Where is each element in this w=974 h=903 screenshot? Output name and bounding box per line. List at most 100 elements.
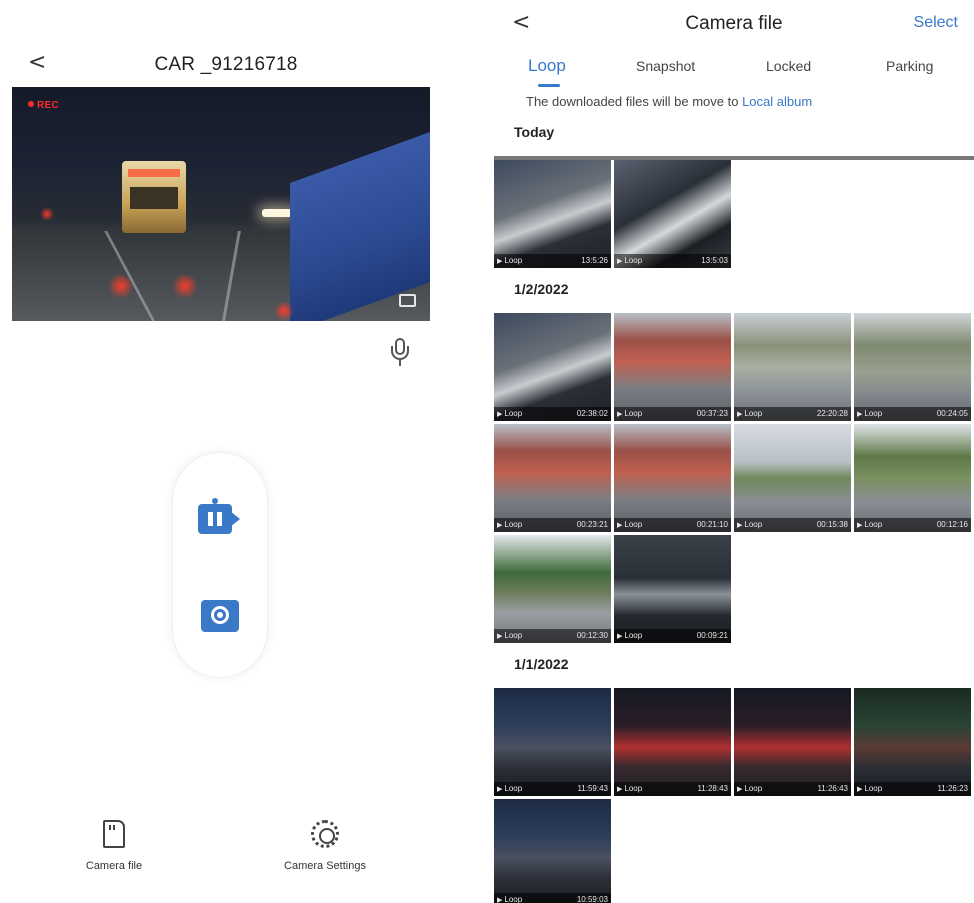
- file-time: 11:59:43: [577, 784, 608, 793]
- file-time: 00:23:21: [576, 520, 608, 529]
- thumbnail-meta: ▶ Loop 10:59:03: [494, 893, 611, 903]
- thumbnail-row: ▶ Loop 00:23:21 ▶ Loop 00:21:10 ▶ Loop 00:15:38 ▶…: [494, 424, 971, 532]
- camera-file-button[interactable]: Camera file: [54, 820, 174, 872]
- file-time: 00:09:21: [696, 631, 728, 640]
- bus-shape: [122, 161, 186, 233]
- traffic-light: [40, 207, 54, 221]
- thumbnail-image: [494, 313, 611, 421]
- file-time: 11:28:43: [697, 784, 728, 793]
- file-time: 00:12:16: [936, 520, 968, 529]
- file-type-label: Loop: [624, 784, 643, 793]
- sd-card-icon: [103, 820, 125, 848]
- video-thumbnail[interactable]: ▶ Loop 11:28:43: [614, 688, 731, 796]
- thumbnail-image: [494, 688, 611, 796]
- video-thumbnail[interactable]: ▶ Loop 11:59:43: [494, 688, 611, 796]
- play-icon: ▶: [737, 786, 743, 793]
- video-thumbnail[interactable]: ▶ Loop 00:23:21: [494, 424, 611, 532]
- video-thumbnail[interactable]: ▶ Loop 00:15:38: [734, 424, 851, 532]
- file-type-label: Loop: [624, 520, 643, 529]
- live-preview[interactable]: REC: [12, 87, 430, 321]
- active-tab-underline: [538, 84, 560, 87]
- video-thumbnail[interactable]: ▶ Loop 10:59:03: [494, 799, 611, 903]
- video-thumbnail[interactable]: ▶ Loop 13:5:03: [614, 160, 731, 268]
- section-date: 1/1/2022: [514, 656, 569, 672]
- play-icon: ▶: [857, 786, 863, 793]
- snapshot-icon[interactable]: [399, 294, 416, 307]
- camera-file-screen: < Camera file Select Loop Snapshot Locke…: [494, 0, 974, 903]
- thumbnail-meta: ▶ Loop 22:20:28: [734, 407, 851, 421]
- thumbnail-meta: ▶ Loop 11:28:43: [614, 782, 731, 796]
- play-icon: ▶: [617, 522, 623, 529]
- local-album-link[interactable]: Local album: [742, 94, 812, 109]
- thumbnail-image: [494, 160, 611, 268]
- play-icon: ▶: [857, 522, 863, 529]
- file-time: 00:37:23: [696, 409, 728, 418]
- thumbnail-image: [854, 313, 971, 421]
- play-icon: ▶: [497, 258, 503, 265]
- file-time: 00:21:10: [696, 520, 728, 529]
- thumbnail-row: ▶ Loop 00:12:30 ▶ Loop 00:09:21: [494, 535, 731, 643]
- video-thumbnail[interactable]: ▶ Loop 13:5:26: [494, 160, 611, 268]
- capture-photo-icon[interactable]: [199, 596, 241, 636]
- file-type-label: Loop: [504, 895, 523, 903]
- file-type-label: Loop: [864, 520, 883, 529]
- video-thumbnail[interactable]: ▶ Loop 00:12:16: [854, 424, 971, 532]
- record-controls-panel: [172, 452, 268, 678]
- video-thumbnail[interactable]: ▶ Loop 02:38:02: [494, 313, 611, 421]
- tab-loop[interactable]: Loop: [528, 56, 566, 76]
- camera-settings-label: Camera Settings: [284, 860, 366, 872]
- thumbnail-meta: ▶ Loop 00:15:38: [734, 518, 851, 532]
- file-type-label: Loop: [624, 256, 643, 265]
- pause-record-icon[interactable]: [196, 496, 244, 540]
- file-time: 22:20:28: [816, 409, 848, 418]
- thumbnail-row: ▶ Loop 11:59:43 ▶ Loop 11:28:43 ▶ Loop 11:26:43 ▶…: [494, 688, 971, 796]
- video-thumbnail[interactable]: ▶ Loop 00:24:05: [854, 313, 971, 421]
- video-thumbnail[interactable]: ▶ Loop 00:37:23: [614, 313, 731, 421]
- video-thumbnail[interactable]: ▶ Loop 11:26:43: [734, 688, 851, 796]
- thumbnail-meta: ▶ Loop 00:37:23: [614, 407, 731, 421]
- tab-locked[interactable]: Locked: [766, 58, 811, 74]
- video-thumbnail[interactable]: ▶ Loop 00:09:21: [614, 535, 731, 643]
- thumbnail-image: [494, 424, 611, 532]
- play-icon: ▶: [737, 411, 743, 418]
- thumbnail-meta: ▶ Loop 11:26:43: [734, 782, 851, 796]
- play-icon: ▶: [617, 633, 623, 640]
- notice-text: The downloaded files will be move to: [526, 94, 739, 109]
- play-icon: ▶: [497, 633, 503, 640]
- thumbnail-image: [494, 799, 611, 903]
- file-time: 10:59:03: [576, 895, 608, 903]
- file-type-label: Loop: [744, 409, 763, 418]
- video-thumbnail[interactable]: ▶ Loop 22:20:28: [734, 313, 851, 421]
- thumbnail-meta: ▶ Loop 00:23:21: [494, 518, 611, 532]
- play-icon: ▶: [617, 786, 623, 793]
- tab-snapshot[interactable]: Snapshot: [636, 58, 695, 74]
- tab-parking[interactable]: Parking: [886, 58, 933, 74]
- thumbnail-image: [854, 424, 971, 532]
- thumbnail-image: [614, 313, 731, 421]
- video-thumbnail[interactable]: ▶ Loop 00:12:30: [494, 535, 611, 643]
- thumbnail-image: [854, 688, 971, 796]
- play-icon: ▶: [497, 411, 503, 418]
- taillight: [274, 301, 294, 321]
- camera-settings-button[interactable]: Camera Settings: [265, 820, 385, 872]
- file-type-label: Loop: [864, 409, 883, 418]
- microphone-icon[interactable]: [388, 336, 412, 372]
- select-button[interactable]: Select: [914, 14, 958, 32]
- page-title: Camera file: [685, 13, 783, 34]
- thumbnail-meta: ▶ Loop 13:5:03: [614, 254, 731, 268]
- file-type-label: Loop: [504, 409, 523, 418]
- thumbnail-row: ▶ Loop 13:5:26 ▶ Loop 13:5:03: [494, 160, 731, 268]
- play-icon: ▶: [617, 411, 623, 418]
- play-icon: ▶: [497, 522, 503, 529]
- file-time: 11:26:23: [937, 784, 968, 793]
- rec-indicator: REC: [28, 100, 59, 111]
- video-thumbnail[interactable]: ▶ Loop 11:26:23: [854, 688, 971, 796]
- thumbnail-meta: ▶ Loop 00:09:21: [614, 629, 731, 643]
- file-type-label: Loop: [504, 784, 523, 793]
- file-type-label: Loop: [744, 784, 763, 793]
- file-time: 02:38:02: [576, 409, 608, 418]
- play-icon: ▶: [737, 522, 743, 529]
- file-type-tabs: Loop Snapshot Locked Parking: [494, 56, 974, 87]
- thumbnail-row: ▶ Loop 02:38:02 ▶ Loop 00:37:23 ▶ Loop 22:20:28 ▶…: [494, 313, 971, 421]
- video-thumbnail[interactable]: ▶ Loop 00:21:10: [614, 424, 731, 532]
